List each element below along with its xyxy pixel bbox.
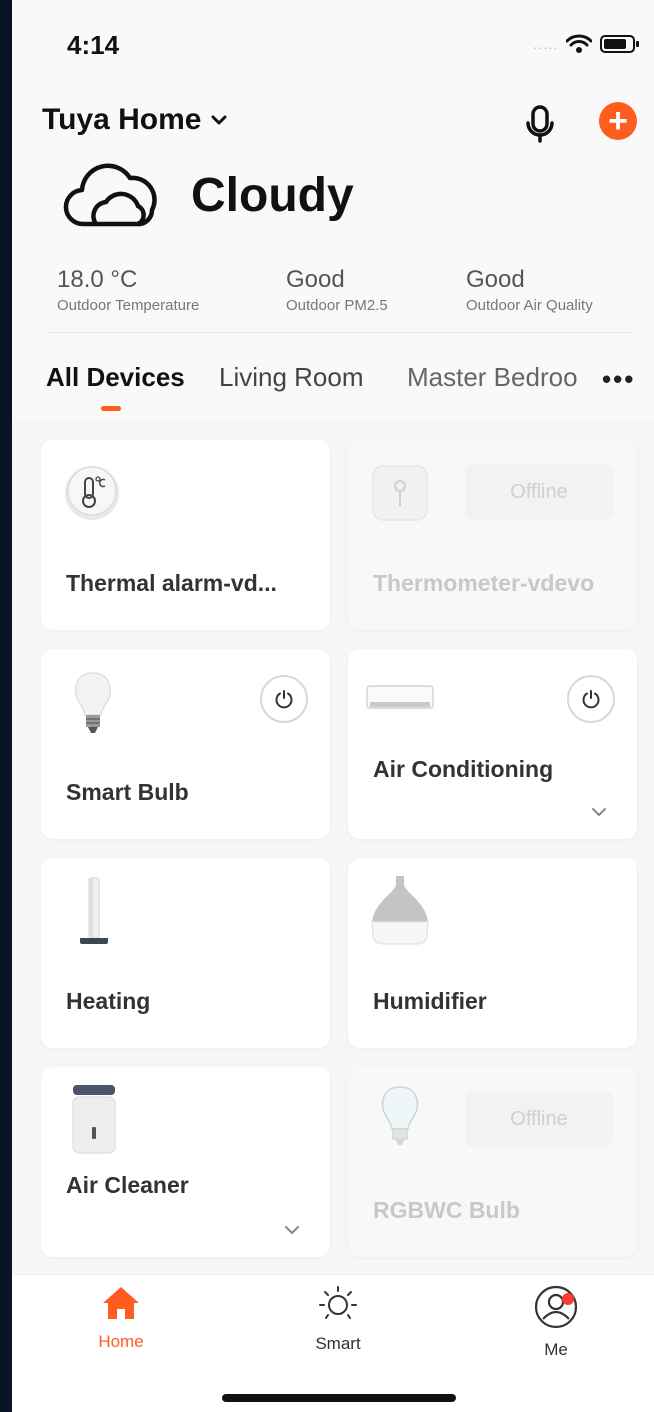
rgbwc-bulb-icon (381, 1086, 419, 1145)
battery-icon (600, 35, 639, 53)
signal-icon: ..... (533, 36, 558, 52)
thermometer-icon (372, 465, 428, 521)
stat-value: Good (286, 266, 345, 293)
chevron-down-icon (211, 115, 227, 125)
outdoor-temperature: 18.0 °C Outdoor Temperature (57, 266, 199, 314)
stat-label: Outdoor PM2.5 (286, 297, 388, 314)
tab-me[interactable]: Me (496, 1285, 616, 1360)
device-name: Smart Bulb (66, 779, 189, 805)
air-cleaner-icon (72, 1085, 116, 1154)
power-icon (582, 690, 600, 709)
device-name: Thermometer-vdevo (373, 570, 595, 596)
device-name: Air Cleaner (66, 1172, 189, 1198)
tab-living-room[interactable]: Living Room (219, 362, 364, 393)
device-name: Air Conditioning (373, 756, 554, 782)
device-name: Heating (66, 988, 151, 1014)
offline-badge: Offline (465, 1091, 613, 1147)
outdoor-air-quality: Good Outdoor Air Quality (466, 266, 593, 314)
status-time: 4:14 (67, 30, 120, 60)
add-device-button[interactable]: + (599, 102, 637, 140)
power-button[interactable] (567, 675, 615, 723)
stat-label: Outdoor Temperature (57, 297, 200, 314)
tab-me-label: Me (544, 1340, 568, 1359)
home-selector[interactable]: Tuya Home (42, 103, 227, 137)
notification-badge (562, 1293, 574, 1305)
sun-icon (319, 1286, 357, 1319)
more-tabs-button[interactable]: ••• (602, 364, 635, 395)
device-card-air-cleaner[interactable]: Air Cleaner (41, 1067, 330, 1257)
divider (48, 332, 632, 333)
thermal-alarm-icon (65, 466, 119, 520)
chevron-down-icon[interactable] (591, 807, 607, 817)
phone-screen: 4:14 ..... Tuya Home + Cloudy 18.0 °C Ou (12, 0, 654, 1412)
humidifier-icon (371, 876, 429, 945)
tab-all-devices[interactable]: All Devices (46, 362, 185, 393)
stat-value: Good (466, 266, 525, 293)
tab-smart-label: Smart (315, 1334, 361, 1353)
device-name: Thermal alarm-vd... (66, 570, 277, 596)
cloud-icon (63, 163, 157, 227)
tab-home-label: Home (98, 1332, 144, 1351)
home-name: Tuya Home (42, 103, 202, 136)
status-icons: ..... (534, 34, 640, 54)
device-card-heating[interactable]: Heating (41, 858, 330, 1048)
power-icon (275, 690, 293, 709)
heater-icon (80, 877, 108, 944)
device-card-thermal-alarm[interactable]: Thermal alarm-vd... (41, 440, 330, 630)
device-card-smart-bulb[interactable]: Smart Bulb (41, 649, 330, 839)
device-name: RGBWC Bulb (373, 1197, 520, 1223)
chevron-down-icon[interactable] (284, 1225, 300, 1235)
active-tab-indicator (101, 406, 121, 411)
tab-home[interactable]: Home (61, 1285, 181, 1352)
device-card-air-conditioning[interactable]: Air Conditioning (348, 649, 637, 839)
outdoor-pm25: Good Outdoor PM2.5 (286, 266, 388, 314)
microphone-icon[interactable] (524, 105, 556, 143)
home-indicator (222, 1394, 456, 1402)
weather-condition: Cloudy (191, 169, 354, 222)
tab-smart[interactable]: Smart (278, 1285, 398, 1354)
power-button[interactable] (260, 675, 308, 723)
air-conditioner-icon (366, 685, 434, 709)
wifi-icon (566, 34, 592, 53)
device-card-thermometer[interactable]: Offline Thermometer-vdevo (348, 440, 637, 630)
room-tabs: All Devices Living Room Master Bedroo (46, 362, 654, 402)
device-card-humidifier[interactable]: Humidifier (348, 858, 637, 1048)
device-name: Humidifier (373, 988, 487, 1014)
user-icon (534, 1285, 578, 1329)
bottom-tab-bar: Home Smart Me (12, 1274, 654, 1412)
device-card-rgbwc-bulb[interactable]: Offline RGBWC Bulb (348, 1067, 637, 1257)
offline-badge: Offline (465, 464, 613, 520)
stat-label: Outdoor Air Quality (466, 297, 593, 314)
home-icon (103, 1287, 139, 1319)
tab-master-bedroom[interactable]: Master Bedroo (407, 362, 578, 393)
stat-value: 18.0 °C (57, 266, 138, 293)
bulb-icon (74, 672, 112, 733)
